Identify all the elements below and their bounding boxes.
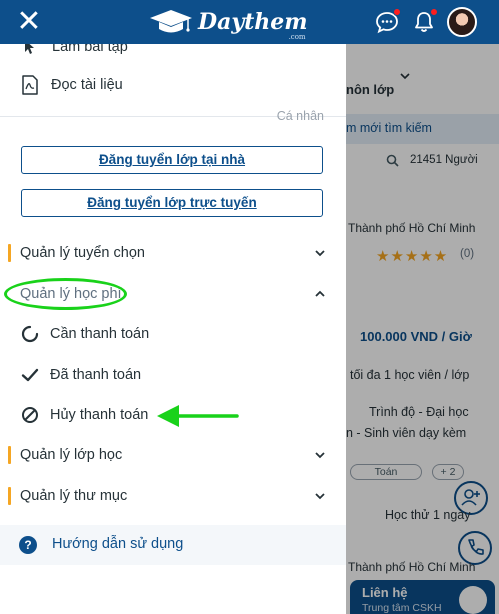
chat-notification-dot [393,8,401,16]
section-personal-label: Cá nhân [276,109,324,123]
menu-item-label: Đọc tài liệu [51,77,123,93]
menu-item-homework[interactable]: Làm bài tập [0,44,346,58]
people-count: 21451 Người [410,154,478,166]
menu-group-tuition[interactable]: Quản lý học phí [0,282,346,306]
avatar[interactable] [447,7,477,37]
rating-count: (0) [460,248,475,260]
background-page: nôn lớp m mới tìm kiếm 21451 Người Thành… [346,44,499,614]
menu-item-label: Làm bài tập [52,44,128,55]
help-item[interactable]: ? Hướng dẫn sử dụng [0,525,346,565]
check-icon [20,365,40,385]
city-label-2: Thành phố Hồ Chí Minh [348,560,476,574]
search-icon [386,154,399,167]
logo-text: Daythem .com [198,9,308,41]
city-label: Thành phố Hồ Chí Minh [348,221,476,235]
bell-notification-dot [430,8,438,16]
rating-stars: ★★★★★ [376,248,449,265]
help-label: Hướng dẫn sử dụng [52,536,184,552]
logo[interactable]: Daythem .com [148,6,308,41]
accent-bar [8,244,11,262]
subject-tag[interactable]: Toán [350,464,422,480]
pdf-icon [20,75,40,95]
close-icon[interactable]: ✕ [14,7,44,37]
post-home-class-button[interactable]: Đăng tuyển lớp tại nhà [21,146,323,174]
chevron-down-icon [315,250,325,257]
price: 100.000 VND / Giờ [360,329,472,344]
chevron-down-icon [315,493,325,500]
bell-icon[interactable] [411,8,438,35]
menu-group-label: Quản lý lớp học [20,447,123,463]
contact-subtitle: Trung tâm CSKH [362,602,442,614]
headset-icon [459,586,487,614]
ban-icon [20,405,40,425]
band-text: m mới tìm kiếm [346,121,432,135]
contact-title: Liên hệ [362,585,408,600]
top-bar: ✕ Daythem .com [0,0,499,44]
chevron-down-icon[interactable] [400,72,410,80]
menu-group-label: Quản lý tuyển chọn [20,245,145,261]
menu-group-label: Quản lý học phí [20,286,122,302]
search-band[interactable]: m mới tìm kiếm [346,114,499,144]
help-icon: ? [19,536,37,554]
submenu-item-label: Hủy thanh toán [50,407,149,423]
level-line-1: Trình độ - Đại học [369,405,469,419]
post-online-class-button[interactable]: Đăng tuyển lớp trực tuyến [21,189,323,217]
graduation-cap-icon [150,10,192,33]
accent-bar [8,446,11,464]
spinner-icon [20,324,40,344]
menu-item-read-docs[interactable]: Đọc tài liệu [0,74,346,96]
cursor-icon [20,44,40,57]
submenu-item-paid[interactable]: Đã thanh toán [0,363,346,387]
menu-group-folders[interactable]: Quản lý thư mục [0,484,346,508]
submenu-item-cancelled[interactable]: Hủy thanh toán [0,403,346,427]
menu-group-classes[interactable]: Quản lý lớp học [0,443,346,467]
menu-group-selection[interactable]: Quản lý tuyển chọn [0,241,346,265]
submenu-item-label: Cần thanh toán [50,326,150,342]
contact-support-button[interactable]: Liên hệ Trung tâm CSKH [350,580,495,614]
class-suffix: nôn lớp [346,82,395,97]
trial-label: Học thử 1 ngày [385,508,471,522]
level-line-2: n - Sinh viên dạy kèm [346,426,467,440]
chat-icon[interactable] [374,8,401,35]
chevron-down-icon [315,452,325,459]
accent-bar [8,487,11,505]
max-students: tối đa 1 học viên / lớp [350,368,470,382]
logo-sub: .com [288,33,306,41]
menu-group-label: Quản lý thư mục [20,488,128,504]
submenu-item-label: Đã thanh toán [50,367,142,383]
submenu-item-pending[interactable]: Cần thanh toán [0,322,346,346]
chevron-up-icon [315,290,325,297]
more-tags-badge[interactable]: + 2 [432,464,464,480]
side-drawer: Làm bài tập Đọc tài liệu Cá nhân Đăng tu… [0,44,346,614]
